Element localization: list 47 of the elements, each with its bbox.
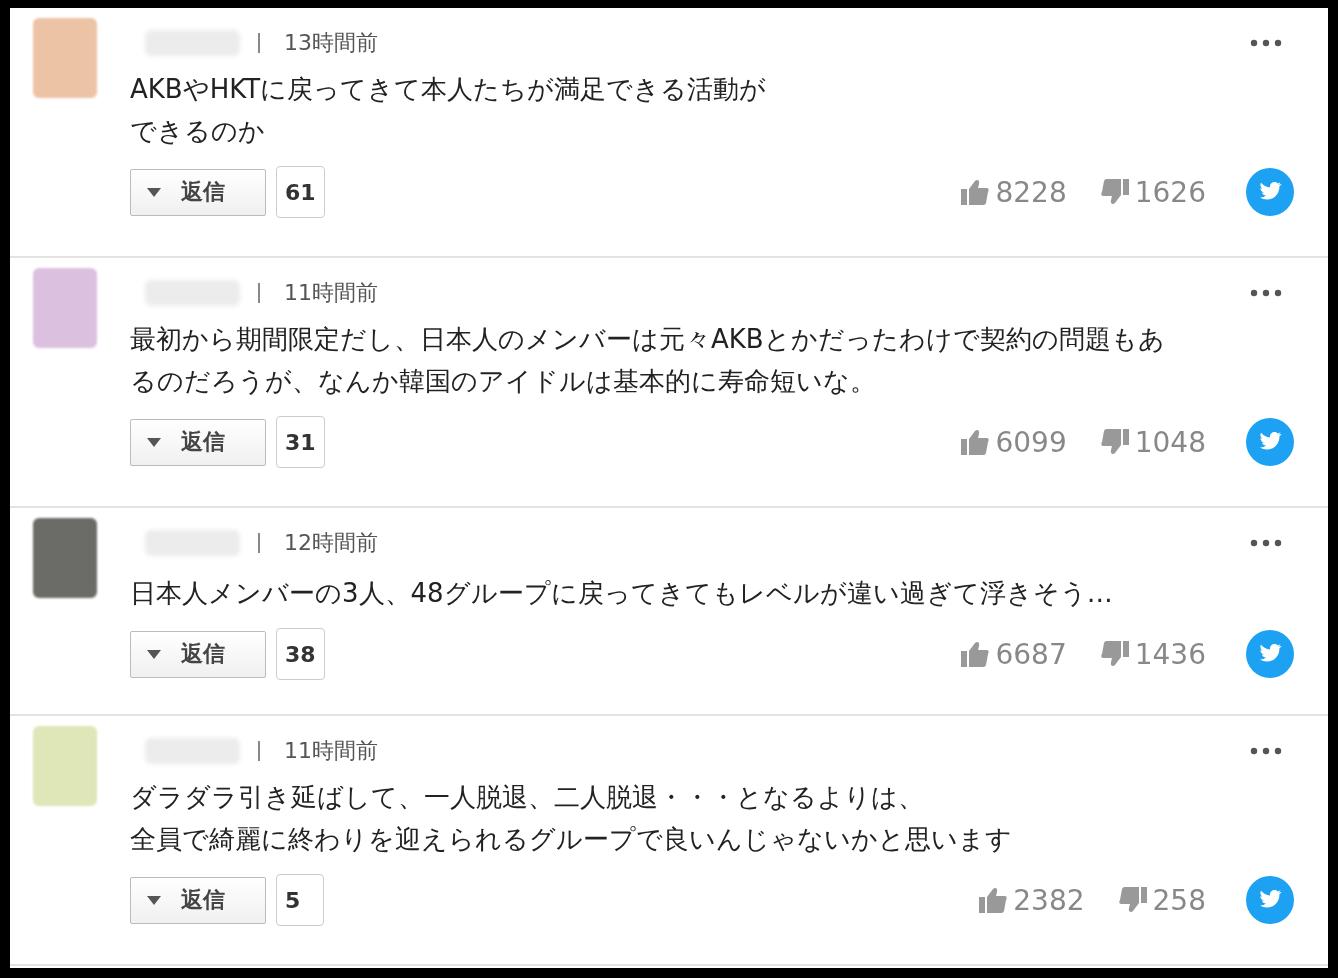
reply-count: 61 [276,166,325,218]
comment-time: 11時間前 [284,737,378,765]
comment-text-line: できるのか [130,115,266,148]
dislike-count: 258 [1152,883,1206,917]
like-count: 2382 [1013,883,1085,917]
comment-text-line: るのだろうが、なんか韓国のアイドルは基本的に寿命短いな。 [130,365,877,398]
thumbs-down-icon[interactable] [1100,641,1129,667]
thumbs-up-icon[interactable] [961,429,990,455]
comment-time: 11時間前 [284,279,378,307]
bird-share-icon[interactable] [1246,876,1294,924]
like-count: 6687 [995,637,1067,671]
more-options-icon[interactable] [1250,39,1282,47]
thumbs-down-icon[interactable] [1100,179,1129,205]
bird-share-icon[interactable] [1246,418,1294,466]
comment-text-line: 全員で綺麗に終わりを迎えられるグループで良いんじゃないかと思います [130,823,1013,856]
comment-text-line: ダラダラ引き延ばして、一人脱退、二人脱退・・・となるよりは、 [130,781,925,814]
bird-share-icon[interactable] [1246,630,1294,678]
comment-text-line: AKBやHKTに戻ってきて本人たちが満足できる活動が [130,73,768,106]
like-count: 8228 [995,175,1067,209]
caret-icon [147,649,161,659]
comment-time: 12時間前 [284,529,378,557]
reply-button[interactable]: 返信 [130,630,266,678]
caret-icon [147,437,161,447]
comment-text-line: 日本人メンバーの3人、48グループに戻ってきてもレベルが違い過ぎて浮きそう… [130,577,1114,610]
caret-icon [147,187,161,197]
thumbs-up-icon[interactable] [961,179,990,205]
dislike-count: 1436 [1134,637,1206,671]
thumbs-up-icon[interactable] [979,887,1008,913]
dislike-count: 1048 [1134,425,1206,459]
thumbs-down-icon[interactable] [1118,887,1147,913]
reply-button[interactable]: 返信 [130,418,266,466]
caret-icon [147,895,161,905]
reply-count: 5 [276,874,324,926]
more-options-icon[interactable] [1250,747,1282,755]
comment-time: 13時間前 [284,29,378,57]
dislike-count: 1626 [1134,175,1206,209]
more-options-icon[interactable] [1250,539,1282,547]
reply-count: 38 [276,628,325,680]
bird-share-icon[interactable] [1246,168,1294,216]
reply-count: 31 [276,416,325,468]
reply-button[interactable]: 返信 [130,168,266,216]
reply-button[interactable]: 返信 [130,876,266,924]
thumbs-down-icon[interactable] [1100,429,1129,455]
comment-text-line: 最初から期間限定だし、日本人のメンバーは元々AKBとかだったわけで契約の問題もあ [130,323,1166,356]
thumbs-up-icon[interactable] [961,641,990,667]
more-options-icon[interactable] [1250,289,1282,297]
like-count: 6099 [995,425,1067,459]
